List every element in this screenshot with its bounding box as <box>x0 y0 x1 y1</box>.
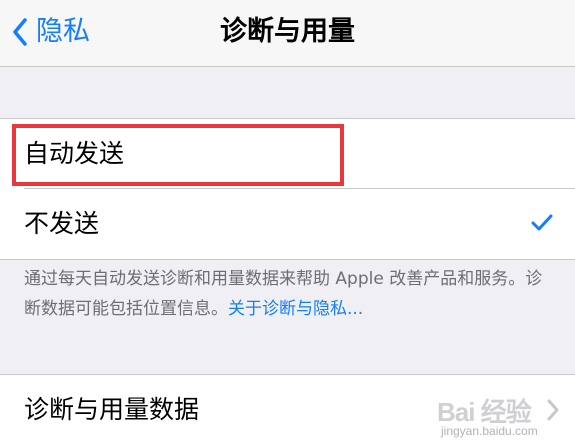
option-dont-send[interactable]: 不发送 <box>0 189 575 259</box>
footer-description: 通过每天自动发送诊断和用量数据来帮助 Apple 改善产品和服务。诊断数据可能包… <box>24 264 559 324</box>
navigation-bar: 隐私 诊断与用量 <box>0 0 575 67</box>
option-auto-send[interactable]: 自动发送 <box>0 119 575 189</box>
diagnostics-data-label: 诊断与用量数据 <box>24 395 200 424</box>
chevron-right-icon <box>547 399 559 421</box>
about-privacy-link[interactable]: 关于诊断与隐私... <box>228 299 363 319</box>
diagnostics-data-row[interactable]: 诊断与用量数据 <box>0 375 575 445</box>
send-options-group: 自动发送 不发送 <box>0 118 575 260</box>
page-title: 诊断与用量 <box>220 16 355 47</box>
option-label: 自动发送 <box>24 139 125 168</box>
option-label: 不发送 <box>24 209 100 238</box>
checkmark-icon <box>531 214 553 231</box>
data-group: 诊断与用量数据 <box>0 374 575 447</box>
